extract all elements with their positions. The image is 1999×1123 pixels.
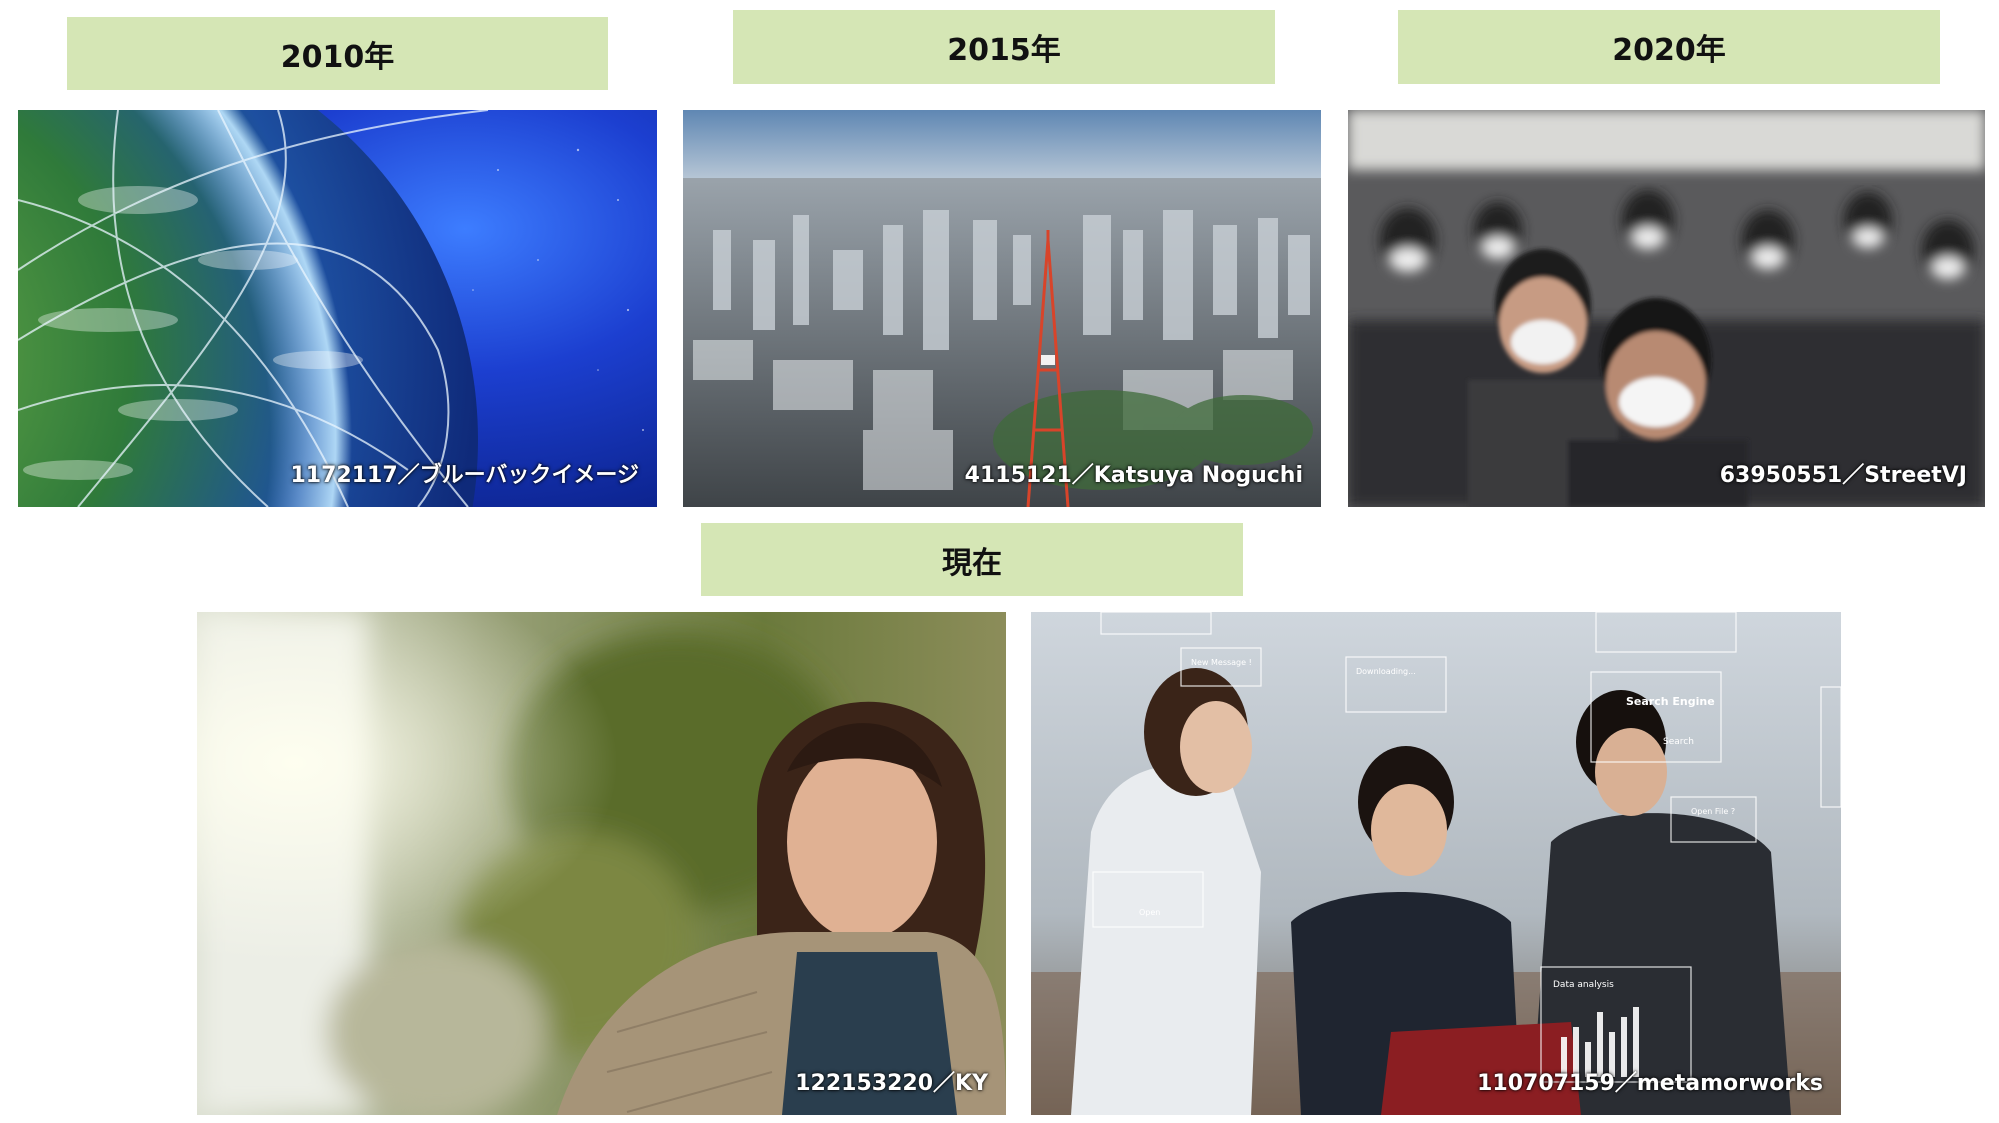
overlay-search-engine: Search Engine: [1626, 695, 1715, 708]
label-2015-text: 2015年: [947, 33, 1061, 68]
label-2020: 2020年: [1398, 10, 1940, 84]
overlay-data-analysis: Data analysis: [1553, 980, 1614, 990]
photo-earth-network: 1172117／ブルーバックイメージ: [18, 110, 657, 507]
crowd-illustration: [1348, 110, 1985, 507]
label-2010-text: 2010年: [280, 39, 395, 75]
overlay-search-button: Search: [1663, 737, 1694, 747]
caption-2010: 1172117／ブルーバックイメージ: [290, 463, 640, 488]
label-now: 現在: [701, 523, 1243, 596]
photo-tokyo-aerial: 4115121／Katsuya Noguchi: [683, 110, 1321, 507]
label-2015: 2015年: [733, 10, 1275, 84]
label-2020-text: 2020年: [1612, 33, 1726, 68]
label-now-text: 現在: [942, 545, 1002, 581]
office-illustration: [1031, 612, 1841, 1115]
overlay-new-message: New Message !: [1191, 658, 1252, 667]
tokyo-illustration: [683, 110, 1321, 507]
earth-illustration: [18, 110, 657, 507]
caption-2020: 63950551／StreetVJ: [1719, 463, 1967, 488]
photo-office-team: Search Engine Search New Message ! Downl…: [1031, 612, 1841, 1115]
caption-now-right: 110707159／metamorworks: [1477, 1071, 1823, 1096]
overlay-open-file: Open File ?: [1691, 807, 1736, 816]
photo-woman-sunlight: 122153220／KY: [197, 612, 1006, 1115]
photo-masked-crowd: 63950551／StreetVJ: [1348, 110, 1985, 507]
caption-2015: 4115121／Katsuya Noguchi: [964, 463, 1303, 488]
woman-illustration: [197, 612, 1006, 1115]
caption-now-left: 122153220／KY: [795, 1071, 988, 1096]
label-2010: 2010年: [67, 17, 608, 90]
overlay-open-button: Open: [1139, 908, 1161, 917]
overlay-downloading: Downloading...: [1356, 667, 1416, 676]
